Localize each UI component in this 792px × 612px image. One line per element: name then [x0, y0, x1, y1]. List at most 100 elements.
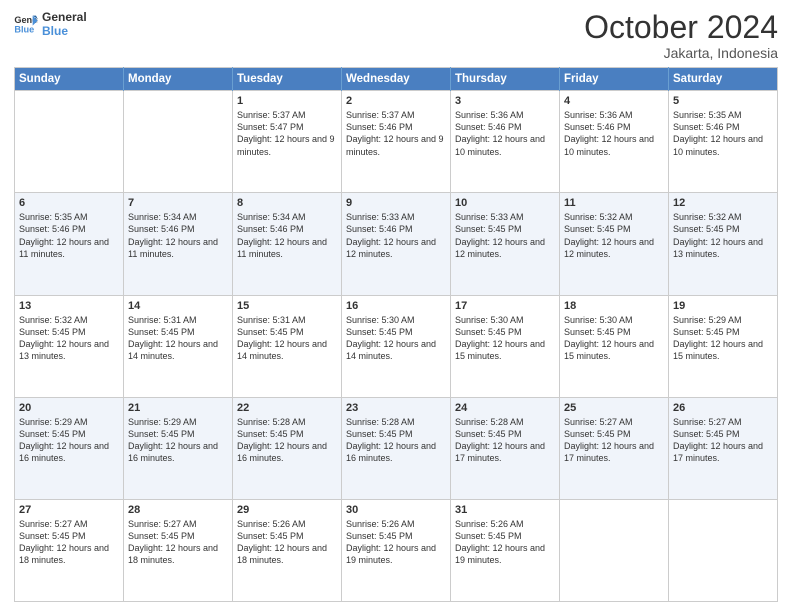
calendar-cell: 29Sunrise: 5:26 AM Sunset: 5:45 PM Dayli…: [233, 499, 342, 601]
page-subtitle: Jakarta, Indonesia: [584, 45, 778, 61]
day-info: Sunrise: 5:36 AM Sunset: 5:46 PM Dayligh…: [564, 109, 664, 158]
calendar-cell: 16 Sunrise: 5:30 AM Sunset: 5:45 PM Dayli…: [342, 295, 451, 397]
day-info: Sunrise: 5:29 AM Sunset: 5:45 PM Dayligh…: [673, 314, 773, 363]
day-info: Sunrise: 5:37 AM Sunset: 5:46 PM Dayligh…: [346, 109, 446, 158]
calendar-cell: 12 Sunrise: 5:32 AM Sunset: 5:45 PM Dayli…: [669, 193, 778, 295]
day-number: 15: [237, 300, 337, 312]
calendar-cell: 3Sunrise: 5:36 AM Sunset: 5:46 PM Daylig…: [451, 91, 560, 193]
logo-text-line2: Blue: [42, 24, 87, 38]
day-number: 20: [19, 402, 119, 414]
col-header-friday: Friday: [560, 68, 669, 91]
calendar-cell: 22 Sunrise: 5:28 AM Sunset: 5:45 PM Dayli…: [233, 397, 342, 499]
day-info: Sunrise: 5:27 AM Sunset: 5:45 PM Dayligh…: [128, 518, 228, 567]
logo-text-line1: General: [42, 10, 87, 24]
calendar-week-1: 1Sunrise: 5:37 AM Sunset: 5:47 PM Daylig…: [15, 91, 778, 193]
calendar-header-row: SundayMondayTuesdayWednesdayThursdayFrid…: [15, 68, 778, 91]
calendar-cell: 11Sunrise: 5:32 AM Sunset: 5:45 PM Dayli…: [560, 193, 669, 295]
day-info: Sunrise: 5:34 AM Sunset: 5:46 PM Dayligh…: [237, 211, 337, 260]
calendar-cell: 5Sunrise: 5:35 AM Sunset: 5:46 PM Daylig…: [669, 91, 778, 193]
day-number: 26: [673, 402, 773, 414]
logo: General Blue General Blue: [14, 10, 87, 39]
day-number: 31: [455, 504, 555, 516]
calendar-cell: 17 Sunrise: 5:30 AM Sunset: 5:45 PM Dayli…: [451, 295, 560, 397]
day-number: 14: [128, 300, 228, 312]
day-number: 13: [19, 300, 119, 312]
day-number: 21: [128, 402, 228, 414]
day-number: 11: [564, 197, 664, 209]
day-info: Sunrise: 5:31 AM Sunset: 5:45 PM Dayligh…: [128, 314, 228, 363]
calendar-cell: 15 Sunrise: 5:31 AM Sunset: 5:45 PM Dayli…: [233, 295, 342, 397]
day-info: Sunrise: 5:30 AM Sunset: 5:45 PM Dayligh…: [346, 314, 446, 363]
day-number: 17: [455, 300, 555, 312]
col-header-wednesday: Wednesday: [342, 68, 451, 91]
day-info: Sunrise: 5:34 AM Sunset: 5:46 PM Dayligh…: [128, 211, 228, 260]
calendar-cell: [15, 91, 124, 193]
day-number: 9: [346, 197, 446, 209]
day-number: 28: [128, 504, 228, 516]
day-number: 23: [346, 402, 446, 414]
day-info: Sunrise: 5:27 AM Sunset: 5:45 PM Dayligh…: [564, 416, 664, 465]
title-block: October 2024 Jakarta, Indonesia: [584, 10, 778, 61]
calendar-cell: [560, 499, 669, 601]
svg-text:Blue: Blue: [14, 25, 34, 35]
day-info: Sunrise: 5:27 AM Sunset: 5:45 PM Dayligh…: [19, 518, 119, 567]
calendar-cell: 10Sunrise: 5:33 AM Sunset: 5:45 PM Dayli…: [451, 193, 560, 295]
calendar-cell: 28 Sunrise: 5:27 AM Sunset: 5:45 PM Dayli…: [124, 499, 233, 601]
day-info: Sunrise: 5:27 AM Sunset: 5:45 PM Dayligh…: [673, 416, 773, 465]
calendar-cell: 9 Sunrise: 5:33 AM Sunset: 5:46 PM Daylig…: [342, 193, 451, 295]
calendar-table: SundayMondayTuesdayWednesdayThursdayFrid…: [14, 67, 778, 602]
calendar-week-4: 20 Sunrise: 5:29 AM Sunset: 5:45 PM Dayli…: [15, 397, 778, 499]
calendar-week-3: 13 Sunrise: 5:32 AM Sunset: 5:45 PM Dayli…: [15, 295, 778, 397]
day-info: Sunrise: 5:30 AM Sunset: 5:45 PM Dayligh…: [564, 314, 664, 363]
day-number: 12: [673, 197, 773, 209]
day-number: 25: [564, 402, 664, 414]
calendar-cell: 19 Sunrise: 5:29 AM Sunset: 5:45 PM Dayli…: [669, 295, 778, 397]
day-number: 16: [346, 300, 446, 312]
calendar-cell: 13 Sunrise: 5:32 AM Sunset: 5:45 PM Dayli…: [15, 295, 124, 397]
col-header-thursday: Thursday: [451, 68, 560, 91]
day-number: 5: [673, 95, 773, 107]
day-info: Sunrise: 5:30 AM Sunset: 5:45 PM Dayligh…: [455, 314, 555, 363]
page: General Blue General Blue October 2024 J…: [0, 0, 792, 612]
logo-icon: General Blue: [14, 14, 38, 34]
calendar-cell: 18 Sunrise: 5:30 AM Sunset: 5:45 PM Dayli…: [560, 295, 669, 397]
day-number: 30: [346, 504, 446, 516]
calendar-cell: [124, 91, 233, 193]
day-info: Sunrise: 5:29 AM Sunset: 5:45 PM Dayligh…: [19, 416, 119, 465]
col-header-tuesday: Tuesday: [233, 68, 342, 91]
day-number: 7: [128, 197, 228, 209]
day-number: 22: [237, 402, 337, 414]
day-number: 29: [237, 504, 337, 516]
day-number: 4: [564, 95, 664, 107]
calendar-cell: 27 Sunrise: 5:27 AM Sunset: 5:45 PM Dayli…: [15, 499, 124, 601]
day-info: Sunrise: 5:28 AM Sunset: 5:45 PM Dayligh…: [237, 416, 337, 465]
calendar-cell: 4 Sunrise: 5:36 AM Sunset: 5:46 PM Daylig…: [560, 91, 669, 193]
calendar-cell: 23Sunrise: 5:28 AM Sunset: 5:45 PM Dayli…: [342, 397, 451, 499]
day-info: Sunrise: 5:35 AM Sunset: 5:46 PM Dayligh…: [19, 211, 119, 260]
calendar-cell: 26 Sunrise: 5:27 AM Sunset: 5:45 PM Dayli…: [669, 397, 778, 499]
day-info: Sunrise: 5:26 AM Sunset: 5:45 PM Dayligh…: [346, 518, 446, 567]
col-header-sunday: Sunday: [15, 68, 124, 91]
col-header-monday: Monday: [124, 68, 233, 91]
day-number: 19: [673, 300, 773, 312]
page-title: October 2024: [584, 10, 778, 45]
day-info: Sunrise: 5:32 AM Sunset: 5:45 PM Dayligh…: [673, 211, 773, 260]
calendar-week-2: 6Sunrise: 5:35 AM Sunset: 5:46 PM Daylig…: [15, 193, 778, 295]
calendar-cell: 31Sunrise: 5:26 AM Sunset: 5:45 PM Dayli…: [451, 499, 560, 601]
day-info: Sunrise: 5:37 AM Sunset: 5:47 PM Dayligh…: [237, 109, 337, 158]
day-number: 18: [564, 300, 664, 312]
day-info: Sunrise: 5:32 AM Sunset: 5:45 PM Dayligh…: [19, 314, 119, 363]
day-info: Sunrise: 5:31 AM Sunset: 5:45 PM Dayligh…: [237, 314, 337, 363]
day-info: Sunrise: 5:36 AM Sunset: 5:46 PM Dayligh…: [455, 109, 555, 158]
calendar-cell: 20 Sunrise: 5:29 AM Sunset: 5:45 PM Dayli…: [15, 397, 124, 499]
day-number: 27: [19, 504, 119, 516]
calendar-cell: 1Sunrise: 5:37 AM Sunset: 5:47 PM Daylig…: [233, 91, 342, 193]
day-info: Sunrise: 5:33 AM Sunset: 5:46 PM Dayligh…: [346, 211, 446, 260]
header: General Blue General Blue October 2024 J…: [14, 10, 778, 61]
col-header-saturday: Saturday: [669, 68, 778, 91]
day-number: 8: [237, 197, 337, 209]
day-number: 10: [455, 197, 555, 209]
day-info: Sunrise: 5:28 AM Sunset: 5:45 PM Dayligh…: [455, 416, 555, 465]
calendar-cell: 24Sunrise: 5:28 AM Sunset: 5:45 PM Dayli…: [451, 397, 560, 499]
calendar-cell: 7 Sunrise: 5:34 AM Sunset: 5:46 PM Daylig…: [124, 193, 233, 295]
